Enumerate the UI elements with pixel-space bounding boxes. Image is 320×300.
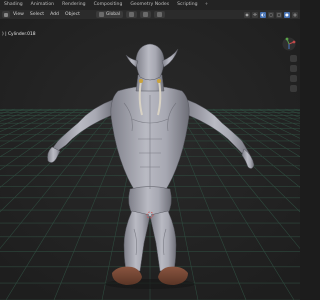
menu-view[interactable]: View [10, 12, 27, 17]
wireframe-shading-icon[interactable]: ◯ [276, 11, 282, 18]
material-shading-icon[interactable]: ◍ [292, 11, 298, 18]
menu-add[interactable]: Add [47, 12, 62, 17]
proportional-icon [157, 12, 163, 17]
orientation-label: Global [106, 12, 121, 17]
viewport-icon [4, 12, 8, 17]
pivot-point-dropdown[interactable] [126, 11, 138, 18]
viewport-overlay-controls: ◉ ✣ ◐ ▢ ◯ ● ◍ [244, 11, 298, 18]
menu-select[interactable]: Select [27, 12, 47, 17]
solid-shading-icon[interactable]: ● [284, 11, 290, 18]
xray-icon[interactable]: ▢ [268, 11, 274, 18]
transform-controls: Global [96, 11, 166, 18]
pivot-icon [129, 12, 135, 17]
gizmo-toggle-icon[interactable]: ✣ [252, 11, 258, 18]
tab-scripting[interactable]: Scripting [173, 0, 201, 10]
proportional-edit-toggle[interactable] [154, 11, 166, 18]
3d-viewport[interactable]: ) | Cylinder.018 [0, 19, 300, 300]
orientation-dropdown[interactable]: Global [96, 11, 124, 18]
editor-type-selector[interactable] [2, 11, 10, 18]
right-earring [157, 79, 161, 83]
figure-body [47, 43, 255, 272]
orientation-icon [99, 12, 104, 17]
sculpt-model[interactable] [0, 19, 300, 300]
tab-compositing[interactable]: Compositing [90, 0, 127, 10]
visibility-icon[interactable]: ◉ [244, 11, 250, 18]
left-earring [139, 79, 143, 83]
viewport-header: View Select Add Object Global ◉ ✣ ◐ ▢ ◯ … [0, 10, 300, 19]
magnet-icon [143, 12, 149, 17]
add-workspace-button[interactable]: + [202, 0, 212, 10]
menu-object[interactable]: Object [62, 12, 83, 17]
tab-geometry-nodes[interactable]: Geometry Nodes [126, 0, 173, 10]
snap-toggle[interactable] [140, 11, 152, 18]
tab-shading[interactable]: Shading [0, 0, 27, 10]
tab-rendering[interactable]: Rendering [58, 0, 89, 10]
tab-animation[interactable]: Animation [27, 0, 58, 10]
workspace-tab-bar: Shading Animation Rendering Compositing … [0, 0, 300, 10]
overlays-icon[interactable]: ◐ [260, 11, 266, 18]
